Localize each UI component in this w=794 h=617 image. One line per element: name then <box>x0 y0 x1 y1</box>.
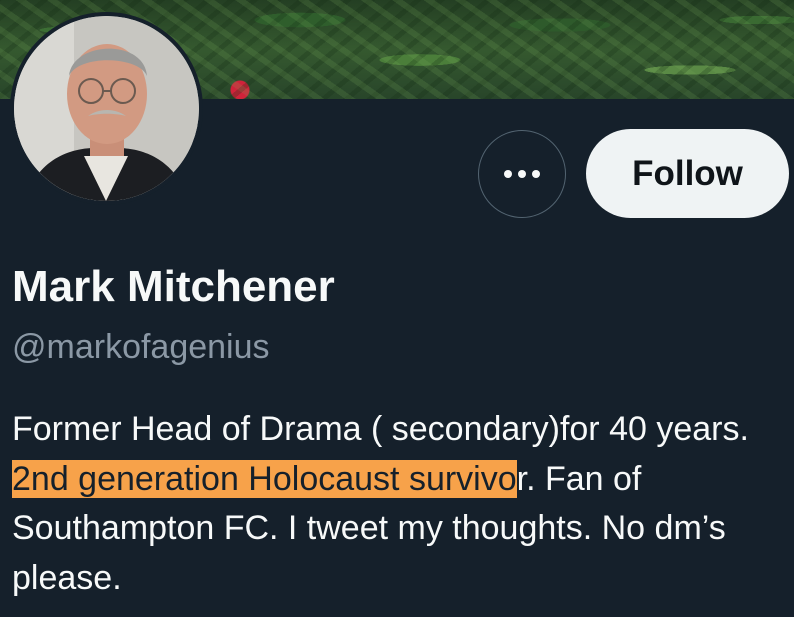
avatar-photo <box>14 16 199 201</box>
avatar[interactable] <box>10 12 203 205</box>
bio-highlighted-text: 2nd generation Holocaust survivo <box>12 459 517 498</box>
profile-bio: Former Head of Drama ( secondary)for 40 … <box>12 405 792 603</box>
follow-button[interactable]: Follow <box>586 129 789 218</box>
bio-text-start: Former Head of Drama ( secondary)for 40 … <box>12 410 749 448</box>
profile-handle: @markofagenius <box>12 328 270 366</box>
follow-button-label: Follow <box>632 153 743 193</box>
more-horizontal-icon <box>504 170 540 178</box>
profile-display-name: Mark Mitchener <box>12 262 335 311</box>
more-options-button[interactable] <box>478 130 566 218</box>
